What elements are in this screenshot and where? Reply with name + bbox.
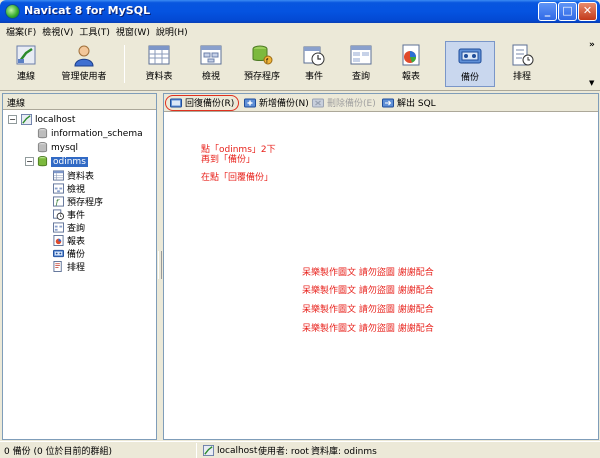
manage-users-button[interactable]: 管理使用者 [54, 41, 114, 87]
database-gray-icon [37, 128, 48, 139]
view-icon [200, 45, 222, 65]
views-button[interactable]: 檢視 [194, 41, 228, 87]
event-clock-icon [303, 46, 325, 66]
tree-item-mysql[interactable]: mysql [37, 141, 78, 154]
connect-icon [16, 45, 36, 65]
tree-item-backup[interactable]: 備份 [53, 247, 85, 260]
restore-backup-button[interactable]: 回復備份(R) [170, 95, 234, 110]
tree-item-schedule[interactable]: 排程 [53, 260, 85, 273]
status-connection: localhost [203, 444, 257, 457]
menu-tools[interactable]: 工具(T) [77, 23, 114, 39]
watermark-credit: 呆樂製作圖文 請勿盜圖 謝謝配合 [302, 305, 434, 315]
tree-item-information-schema[interactable]: information_schema [37, 127, 143, 140]
procedures-button[interactable]: f 預存程序 [240, 41, 284, 87]
report-chart-icon [53, 235, 64, 246]
tree-collapse-localhost-icon[interactable]: − [8, 115, 17, 124]
queries-button[interactable]: 查詢 [344, 41, 378, 87]
minimize-button[interactable]: _ [538, 2, 557, 21]
tree-item-localhost[interactable]: localhost [21, 113, 75, 126]
menu-window[interactable]: 視窗(W) [114, 23, 154, 39]
export-sql-button[interactable]: 解出 SQL [382, 95, 436, 110]
splitter-grip[interactable] [158, 251, 162, 279]
menu-view[interactable]: 檢視(V) [40, 23, 77, 39]
main-toolbar: 連線 管理使用者 資料表 檢視 f 預存程序 事件 查詢 報表 備份 排程 » … [0, 39, 600, 91]
maximize-button[interactable]: □ [558, 2, 577, 21]
table-icon [148, 45, 170, 65]
tree-item-events[interactable]: 事件 [53, 208, 85, 221]
navicat-app-icon [5, 4, 20, 19]
procedure-icon: f [252, 45, 273, 65]
export-sql-icon [382, 98, 394, 107]
tree-item-reports[interactable]: 報表 [53, 234, 85, 247]
connect-button[interactable]: 連線 [6, 41, 46, 87]
table-icon [53, 170, 64, 181]
toolbar-dropdown-arrow-icon[interactable]: ▼ [589, 79, 594, 87]
events-button[interactable]: 事件 [298, 41, 330, 87]
close-button[interactable]: ✕ [578, 2, 597, 21]
menu-help[interactable]: 說明(H) [154, 23, 192, 39]
status-user: 使用者: root [258, 447, 309, 457]
procedure-icon: f [53, 196, 64, 207]
query-icon [350, 45, 372, 65]
toolbar-separator [124, 45, 125, 83]
restore-backup-icon [170, 98, 182, 107]
delete-backup-button[interactable]: 刪除備份(E) [312, 95, 376, 110]
view-icon [53, 183, 64, 194]
delete-backup-icon [312, 98, 324, 107]
tree-item-views[interactable]: 檢視 [53, 182, 85, 195]
query-icon [53, 222, 64, 233]
tree-item-queries[interactable]: 查詢 [53, 221, 85, 234]
schedule-icon [53, 261, 62, 272]
menu-file[interactable]: 檔案(F) [4, 23, 40, 39]
backup-icon [458, 48, 482, 64]
status-backup-count: 0 備份 (0 位於目前的群組) [4, 447, 113, 457]
backup-list-pane[interactable]: 回復備份(R) 新增備份(N) 刪除備份(E) 解出 SQL 點「odinms」 [163, 93, 599, 440]
tree-item-tables[interactable]: 資料表 [53, 169, 94, 182]
event-clock-icon [53, 209, 64, 220]
report-chart-icon [402, 44, 420, 66]
database-green-icon [37, 156, 48, 167]
watermark-credit: 呆樂製作圖文 請勿盜圖 謝謝配合 [302, 268, 434, 278]
annotation-step3: 在點「回覆備份」 [201, 173, 274, 183]
watermark-credit: 呆樂製作圖文 請勿盜圖 謝謝配合 [302, 286, 434, 296]
new-backup-icon [244, 98, 256, 107]
tree-item-procedures[interactable]: f 預存程序 [53, 195, 103, 208]
watermark-credit: 呆樂製作圖文 請勿盜圖 謝謝配合 [302, 324, 434, 334]
database-gray-icon [37, 142, 48, 153]
user-icon [74, 45, 94, 67]
schedule-icon [512, 44, 534, 66]
tree-item-odinms[interactable]: odinms [37, 155, 88, 168]
title-bar[interactable]: Navicat 8 for MySQL _ □ ✕ [0, 0, 600, 23]
reports-button[interactable]: 報表 [392, 41, 430, 87]
tree-collapse-odinms-icon[interactable]: − [25, 157, 34, 166]
annotation-step2: 再到「備份」 [201, 155, 256, 165]
tables-button[interactable]: 資料表 [138, 41, 180, 87]
backup-subtoolbar: 回復備份(R) 新增備份(N) 刪除備份(E) 解出 SQL [164, 94, 598, 112]
backup-button[interactable]: 備份 [445, 41, 495, 87]
toolbar-overflow-chevron-icon[interactable]: » [589, 40, 595, 50]
status-database: 資料庫: odinms [311, 447, 377, 457]
menu-bar: 檔案(F) 檢視(V) 工具(T) 視窗(W) 說明(H) [0, 23, 600, 39]
status-bar: 0 備份 (0 位於目前的群組) localhost 使用者: root 資料庫… [0, 441, 600, 458]
backup-icon [53, 249, 64, 258]
connection-icon [203, 445, 214, 456]
status-divider [196, 443, 197, 458]
connection-pane: 連線 − localhost information_schema mysql … [2, 93, 157, 440]
connection-pane-header: 連線 [3, 94, 156, 110]
window-title: Navicat 8 for MySQL [24, 4, 151, 17]
schedule-button[interactable]: 排程 [502, 41, 542, 87]
new-backup-button[interactable]: 新增備份(N) [244, 95, 309, 110]
connection-icon [21, 114, 32, 125]
